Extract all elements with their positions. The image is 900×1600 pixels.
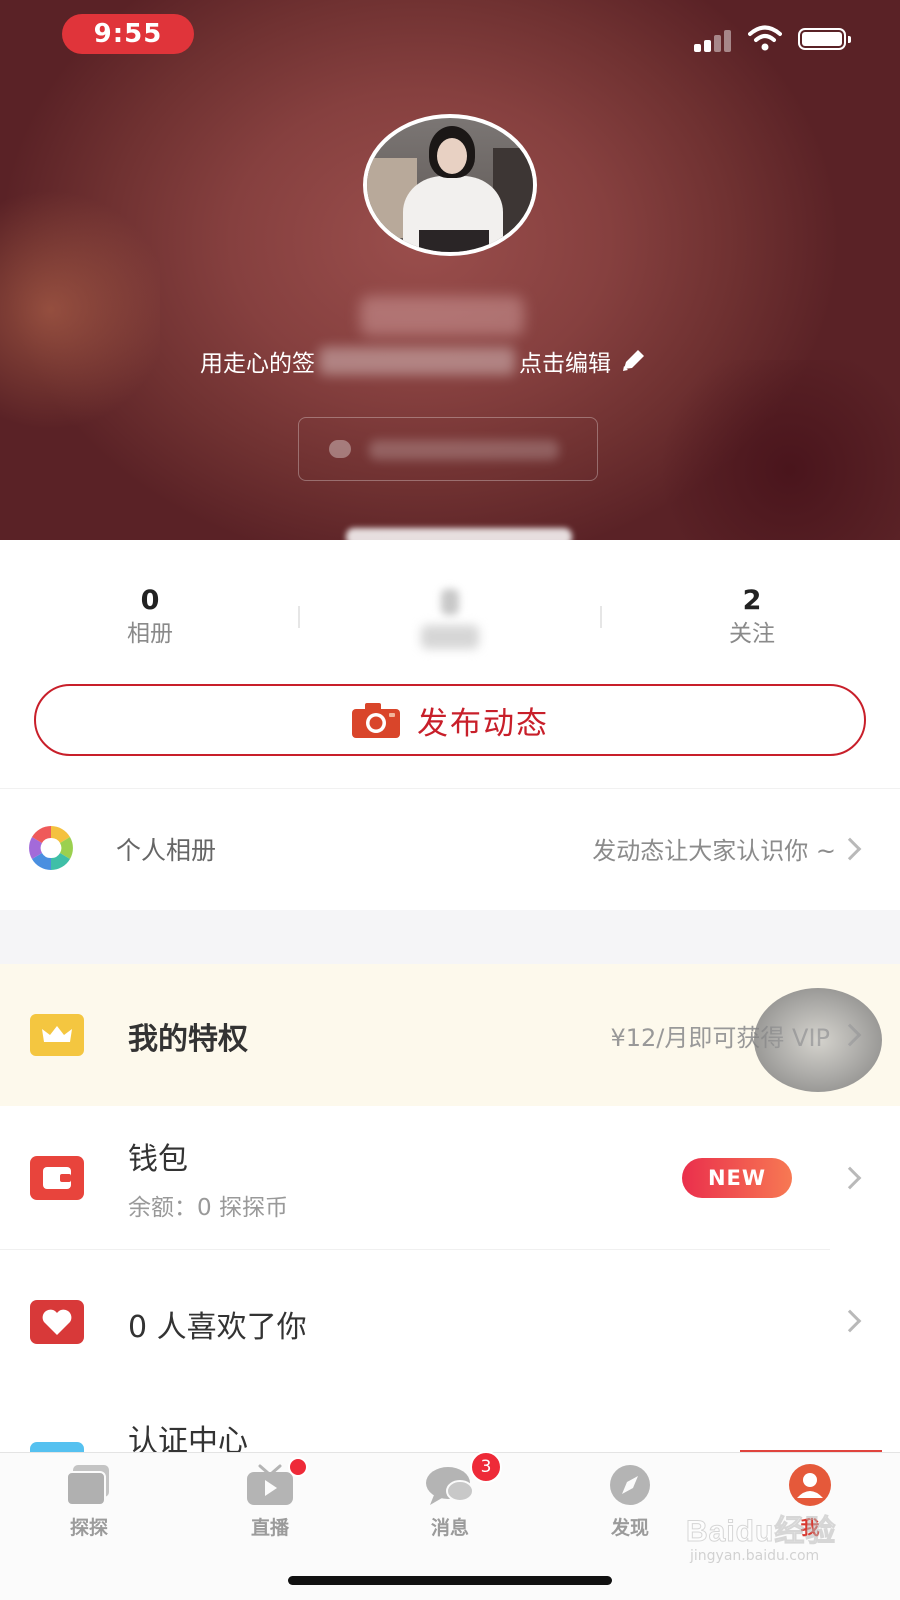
signature[interactable]: 用走心的签 点击编辑: [200, 343, 647, 379]
publish-post-button[interactable]: 发布动态: [34, 684, 866, 756]
stat-following-value: 2: [742, 585, 762, 616]
album-label: 个人相册: [116, 836, 217, 865]
username-redacted: [360, 296, 524, 336]
crown-icon: [30, 1014, 84, 1056]
signature-prefix: 用走心的签: [200, 351, 315, 377]
stat-following-label: 关注: [729, 621, 775, 647]
tab-discover-label: 发现: [610, 1517, 649, 1539]
color-wheel-icon: [29, 826, 73, 870]
album-row[interactable]: 个人相册 发动态让大家认识你 ~: [0, 788, 900, 910]
stat-albums[interactable]: 0 相册: [70, 585, 230, 651]
status-time: 9:55: [62, 14, 194, 54]
cert-title: 认证中心: [128, 1424, 248, 1452]
messages-count-badge: 3: [470, 1451, 502, 1483]
chevron-right-icon: [838, 1166, 862, 1190]
camera-icon: [352, 703, 400, 738]
tab-messages[interactable]: 3 消息: [390, 1451, 510, 1563]
chat-icon: [329, 440, 351, 458]
chat-bubble-icon: 3: [424, 1451, 502, 1507]
profile-icon: [784, 1463, 836, 1507]
status-bar: 9:55: [0, 0, 900, 70]
touch-indicator: [754, 988, 882, 1092]
new-badge: NEW: [682, 1158, 792, 1198]
home-indicator[interactable]: [288, 1576, 612, 1585]
stats-bar: 0 相册 2 关注: [0, 540, 900, 660]
stat-divider: [298, 606, 300, 628]
tab-me[interactable]: 我: [750, 1463, 870, 1563]
certification-row[interactable]: 认证中心: [0, 1392, 900, 1452]
wifi-icon: [748, 25, 782, 51]
stat-following[interactable]: 2 关注: [672, 585, 832, 651]
tab-discover[interactable]: 发现: [570, 1463, 690, 1563]
tab-tantan[interactable]: 探探: [29, 1463, 149, 1563]
album-hint: 发动态让大家认识你 ~: [592, 837, 836, 865]
section-divider: [0, 910, 900, 964]
header-bottom-redacted: [346, 528, 572, 546]
cards-icon: [63, 1463, 115, 1507]
stat-redacted[interactable]: [370, 585, 530, 649]
battery-icon: [798, 28, 851, 50]
stat-albums-value: 0: [140, 585, 160, 616]
publish-post-label: 发布动态: [417, 705, 549, 742]
vip-title: 我的特权: [128, 1022, 248, 1057]
cellular-signal-icon: [694, 28, 738, 52]
signature-redacted: [319, 347, 515, 375]
likes-row[interactable]: 0 人喜欢了你: [0, 1250, 900, 1392]
tab-tantan-label: 探探: [69, 1517, 108, 1539]
pencil-icon: [623, 350, 644, 371]
compass-icon: [604, 1463, 656, 1507]
tab-live[interactable]: 直播: [210, 1457, 330, 1563]
heart-icon: [30, 1300, 84, 1344]
stat-divider: [600, 606, 602, 628]
greeting-box-redacted[interactable]: [298, 417, 598, 481]
wallet-icon: [30, 1156, 84, 1200]
wallet-row[interactable]: 钱包 余额：0 探探币 NEW: [0, 1106, 900, 1250]
chevron-right-icon: [838, 837, 862, 861]
tab-live-label: 直播: [250, 1517, 289, 1539]
live-tv-icon: [244, 1457, 308, 1507]
avatar[interactable]: [363, 114, 537, 256]
signature-edit-label: 点击编辑: [519, 351, 611, 377]
likes-title: 0 人喜欢了你: [128, 1310, 307, 1345]
profile-screen: 9:55 用走心的签 点击编辑 0 相册 2 关注 发布动态 个人相册 发动态让…: [0, 0, 900, 1600]
certification-icon: [30, 1442, 84, 1452]
tab-me-label: 我: [800, 1517, 820, 1539]
wallet-balance: 余额：0 探探币: [128, 1195, 288, 1221]
tab-messages-label: 消息: [430, 1517, 469, 1539]
live-notification-dot: [288, 1457, 308, 1477]
profile-header: 9:55 用走心的签 点击编辑: [0, 0, 900, 540]
wallet-title: 钱包: [128, 1142, 188, 1177]
chevron-right-icon: [838, 1309, 862, 1333]
stat-albums-label: 相册: [127, 621, 173, 647]
